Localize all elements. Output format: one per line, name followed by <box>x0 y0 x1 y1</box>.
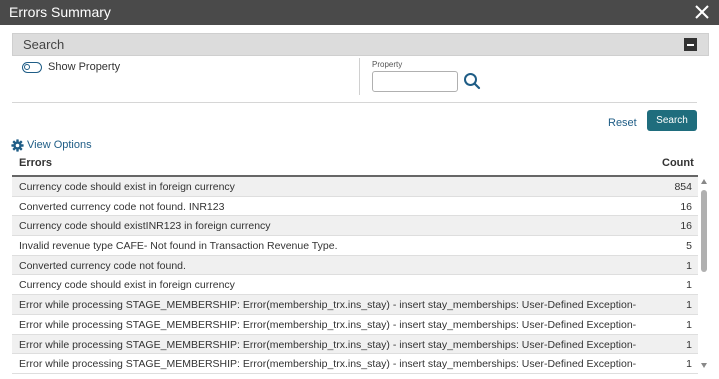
error-cell: Error while processing STAGE_MEMBERSHIP:… <box>19 338 637 351</box>
error-cell: Currency code should exist in foreign cu… <box>19 181 235 193</box>
table-row[interactable]: Converted currency code not found. INR12… <box>12 196 698 217</box>
search-panel-title: Search <box>23 37 65 52</box>
show-property-label: Show Property <box>48 61 121 73</box>
toggle-knob <box>24 64 30 70</box>
error-cell: Currency code should existINR123 in fore… <box>19 220 271 233</box>
count-column-header[interactable]: Count <box>662 157 694 169</box>
error-cell: Error while processing STAGE_MEMBERSHIP:… <box>19 318 637 331</box>
count-cell: 1 <box>686 259 692 272</box>
error-cell: Error while processing STAGE_MEMBERSHIP:… <box>19 358 637 371</box>
show-property-toggle[interactable] <box>22 62 42 73</box>
table-row[interactable]: Error while processing STAGE_MEMBERSHIP:… <box>12 314 698 335</box>
error-cell: Converted currency code not found. INR12… <box>19 200 225 213</box>
collapse-icon[interactable] <box>684 38 697 51</box>
errors-table-body: Currency code should exist in foreign cu… <box>12 177 698 374</box>
count-cell: 5 <box>686 240 692 253</box>
property-input[interactable] <box>372 71 458 92</box>
table-row[interactable]: Error while processing STAGE_MEMBERSHIP:… <box>12 295 698 315</box>
scroll-up-icon[interactable] <box>701 179 707 184</box>
count-cell: 16 <box>680 200 692 213</box>
scroll-thumb[interactable] <box>701 190 707 272</box>
gear-icon <box>11 139 24 152</box>
filter-divider <box>359 58 360 95</box>
search-button[interactable]: Search <box>647 110 697 131</box>
table-row[interactable]: Invalid revenue type CAFE- Not found in … <box>12 236 698 256</box>
errors-column-header[interactable]: Errors <box>19 157 52 169</box>
count-cell: 1 <box>686 358 692 371</box>
error-cell: Error while processing STAGE_MEMBERSHIP:… <box>19 299 637 312</box>
table-row[interactable]: Currency code should exist in foreign cu… <box>12 275 698 296</box>
title-bar: Errors Summary <box>0 0 719 25</box>
count-cell: 1 <box>686 338 692 351</box>
section-divider <box>12 102 697 103</box>
window-title: Errors Summary <box>9 4 111 20</box>
view-options-label: View Options <box>27 139 92 151</box>
table-row[interactable]: Currency code should existINR123 in fore… <box>12 216 698 237</box>
count-cell: 1 <box>686 279 692 292</box>
table-row[interactable]: Error while processing STAGE_MEMBERSHIP:… <box>12 354 698 374</box>
search-panel-header: Search <box>12 33 709 56</box>
scroll-down-icon[interactable] <box>701 363 707 368</box>
count-cell: 1 <box>686 318 692 331</box>
table-scrollbar[interactable] <box>700 177 709 372</box>
count-cell: 16 <box>680 220 692 233</box>
count-cell: 1 <box>686 299 692 312</box>
search-icon[interactable] <box>463 72 481 90</box>
table-row[interactable]: Converted currency code not found. 1 <box>12 255 698 276</box>
table-row[interactable]: Error while processing STAGE_MEMBERSHIP:… <box>12 334 698 355</box>
error-cell: Converted currency code not found. <box>19 259 186 272</box>
count-cell: 854 <box>674 181 692 193</box>
reset-link[interactable]: Reset <box>608 117 637 129</box>
property-label: Property <box>372 60 403 69</box>
close-icon[interactable] <box>694 4 710 20</box>
table-row[interactable]: Currency code should exist in foreign cu… <box>12 177 698 197</box>
error-cell: Currency code should exist in foreign cu… <box>19 279 235 292</box>
error-cell: Invalid revenue type CAFE- Not found in … <box>19 240 338 253</box>
